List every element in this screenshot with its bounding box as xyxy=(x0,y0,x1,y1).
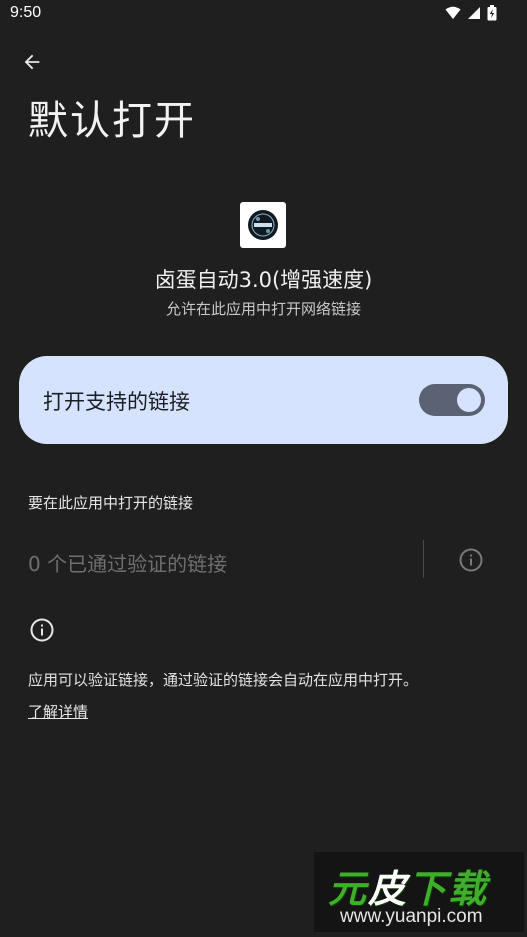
switch-thumb xyxy=(457,388,481,412)
learn-more-link[interactable]: 了解详情 xyxy=(28,701,88,722)
info-icon xyxy=(30,618,54,642)
links-section-header: 要在此应用中打开的链接 xyxy=(28,494,194,512)
app-logo-icon xyxy=(248,210,278,240)
watermark: 元皮下载 www.yuanpi.com xyxy=(314,852,524,932)
open-supported-links-card[interactable]: 打开支持的链接 xyxy=(19,356,508,444)
open-supported-links-switch[interactable] xyxy=(419,384,485,416)
app-icon xyxy=(240,202,286,248)
signal-icon xyxy=(468,7,480,19)
back-button[interactable] xyxy=(14,44,50,80)
status-time: 9:50 xyxy=(10,4,42,21)
open-supported-links-label: 打开支持的链接 xyxy=(43,390,190,414)
row-divider xyxy=(423,540,424,578)
arrow-left-icon xyxy=(24,54,40,70)
footer-description: 应用可以验证链接，通过验证的链接会自动在应用中打开。 xyxy=(28,671,419,689)
wifi-icon xyxy=(445,6,461,19)
verified-links-row[interactable]: 0 个已通过验证的链接 xyxy=(0,536,527,584)
status-bar: 9:50 xyxy=(0,0,527,32)
status-icons xyxy=(445,5,497,21)
app-name: 卤蛋自动3.0(增强速度) xyxy=(154,268,373,292)
verified-links-count: 0 个已通过验证的链接 xyxy=(28,552,228,576)
page-title: 默认打开 xyxy=(28,98,196,144)
watermark-brand: 元皮下载 xyxy=(328,867,489,911)
battery-icon xyxy=(487,5,497,21)
app-subtitle: 允许在此应用中打开网络链接 xyxy=(165,300,361,318)
watermark-url: www.yuanpi.com xyxy=(340,906,483,927)
screen: 9:50 默认打开 卤蛋自动3.0(增强速度) 允许在此应用中打开网络链接 打开… xyxy=(0,0,527,937)
info-icon[interactable] xyxy=(458,547,484,573)
